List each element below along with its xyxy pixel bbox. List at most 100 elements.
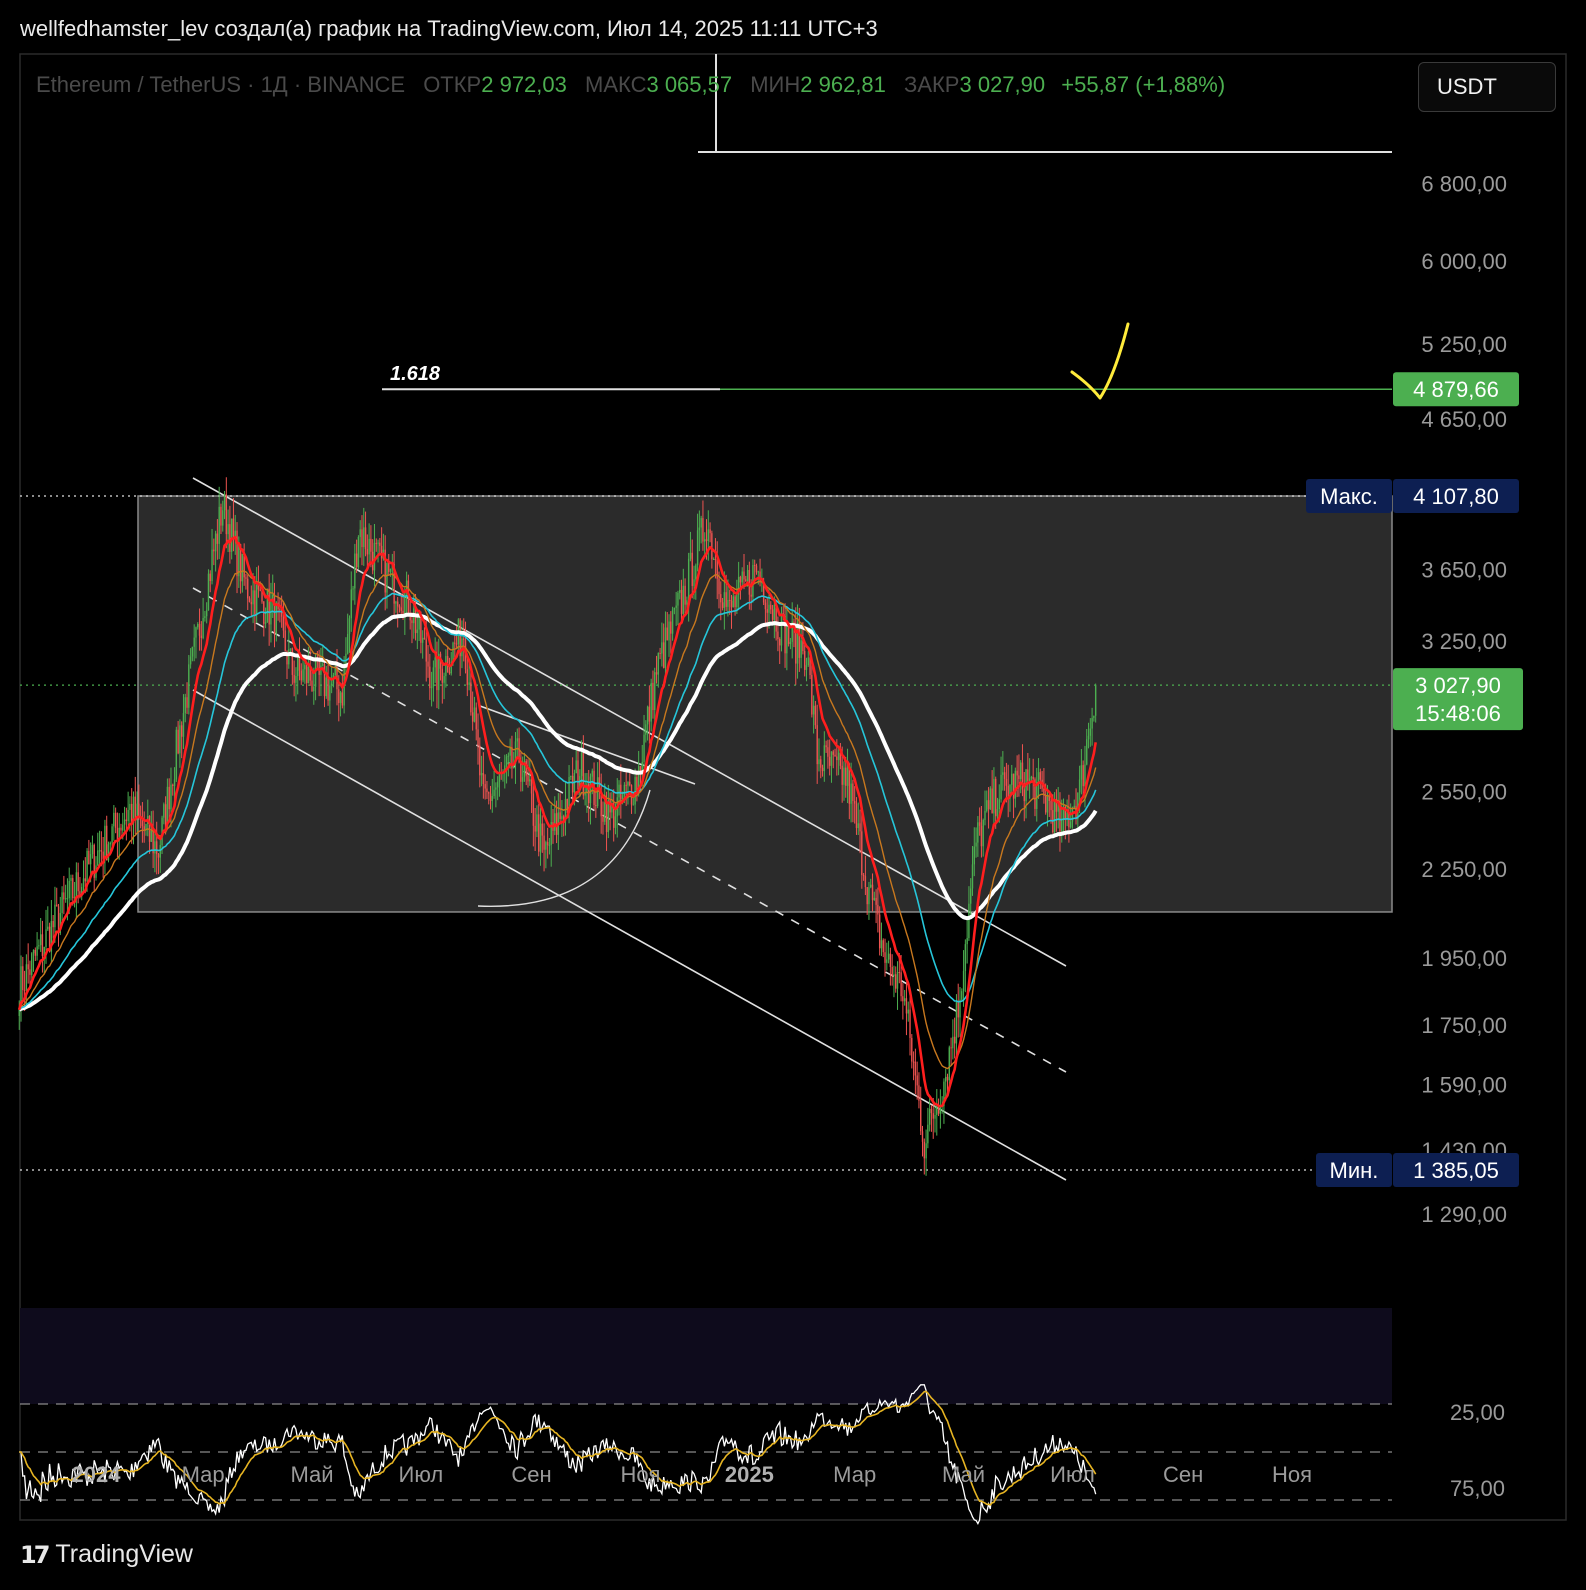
candle-body [423,637,426,640]
candle-body [955,1002,958,1044]
candle-body [1094,685,1097,716]
candle-body [279,609,281,611]
candle-body [86,850,88,882]
candle-body [27,964,29,970]
high-value: 3 065,57 [646,72,733,97]
candle-body [875,897,877,905]
candle-body [845,767,847,786]
candle-body [129,803,131,810]
candle-body [764,602,767,610]
candle-body [197,624,199,628]
candle-body [248,598,251,602]
candle-body [463,638,465,640]
candle-body [188,664,190,708]
y-tick-label: 1 950,00 [1421,946,1507,971]
candle-body [739,576,742,583]
candle-body [313,686,315,692]
candle-body [172,784,174,786]
candle-body [198,624,201,636]
candle-body [670,621,672,634]
candle-body [538,814,540,852]
candle-body [673,607,676,610]
symbol-name: Ethereum / TetherUS · 1Д · BINANCE [36,72,406,97]
candle-body [45,929,47,947]
candle-body [254,590,256,615]
candle-body [939,1106,942,1114]
candle-body [454,642,456,644]
candle-body [811,675,813,715]
candle-body [895,974,897,989]
candle-body [982,820,984,847]
candle-body [1093,715,1095,718]
y-tick-label: 3 250,00 [1421,629,1507,654]
candle-body [962,970,965,992]
candle-body [970,888,972,904]
candle-body [725,592,727,607]
candle-body [936,1107,938,1115]
candle-body [23,990,26,992]
candle-body [1016,770,1018,776]
candle-body [629,781,631,786]
candle-body [289,648,292,650]
candle-body [268,588,270,625]
candle-body [1000,774,1002,800]
candle-body [205,610,208,617]
candle-body [886,959,888,963]
candle-body [270,601,272,625]
candle-body [661,642,663,654]
candle-body [987,800,990,810]
candle-body [180,725,183,737]
candle-body [138,803,140,816]
candle-body [189,656,192,665]
candle-body [255,584,258,615]
candle-body [496,781,499,788]
candle-body [575,760,577,774]
candle-body [475,707,477,730]
candle-body [757,571,759,573]
x-tick-label: Ноя [1272,1462,1312,1487]
candle-body [682,585,685,614]
candle-body [216,533,219,544]
candle-body [602,816,604,822]
candle-body [971,864,974,889]
candle-body [1011,773,1013,785]
x-tick-label: Июл [399,1462,444,1487]
candle-body [329,685,331,701]
candle-body [66,898,69,900]
candle-body [300,670,302,681]
candle-body [580,752,583,777]
candle-body [234,530,236,537]
candle-body [789,641,792,645]
candle-body [298,655,301,671]
candle-body [689,552,692,559]
candle-body [668,621,670,641]
candle-body [1037,772,1040,782]
candle-body [186,697,188,708]
candle-body [284,630,286,652]
price-chart[interactable]: 1.618 75,00 25,00 6 800,00 6 000,00 5 250,0… [0,0,1586,1590]
candle-body [380,545,383,559]
candle-body [679,589,681,593]
candle-body [605,802,608,833]
candle-body [448,672,451,674]
currency-button[interactable]: USDT [1418,62,1556,112]
candle-body [441,668,444,683]
candle-body [641,761,643,771]
candle-body [184,697,186,714]
candle-body [507,755,510,757]
candle-body [364,527,367,550]
candle-body [828,756,831,766]
candle-body [554,813,556,831]
candle-body [1003,772,1006,779]
candle-body [948,1047,950,1081]
candle-body [72,878,74,899]
candle-body [1091,717,1093,729]
low-label: МИН [750,72,801,97]
candle-body [84,878,86,882]
candle-body [352,588,354,590]
candle-body [741,571,743,583]
fib-label: 1.618 [390,363,441,385]
candle-body [213,549,215,552]
y-tick-label: 1 590,00 [1421,1072,1507,1097]
candle-body [1069,821,1072,828]
